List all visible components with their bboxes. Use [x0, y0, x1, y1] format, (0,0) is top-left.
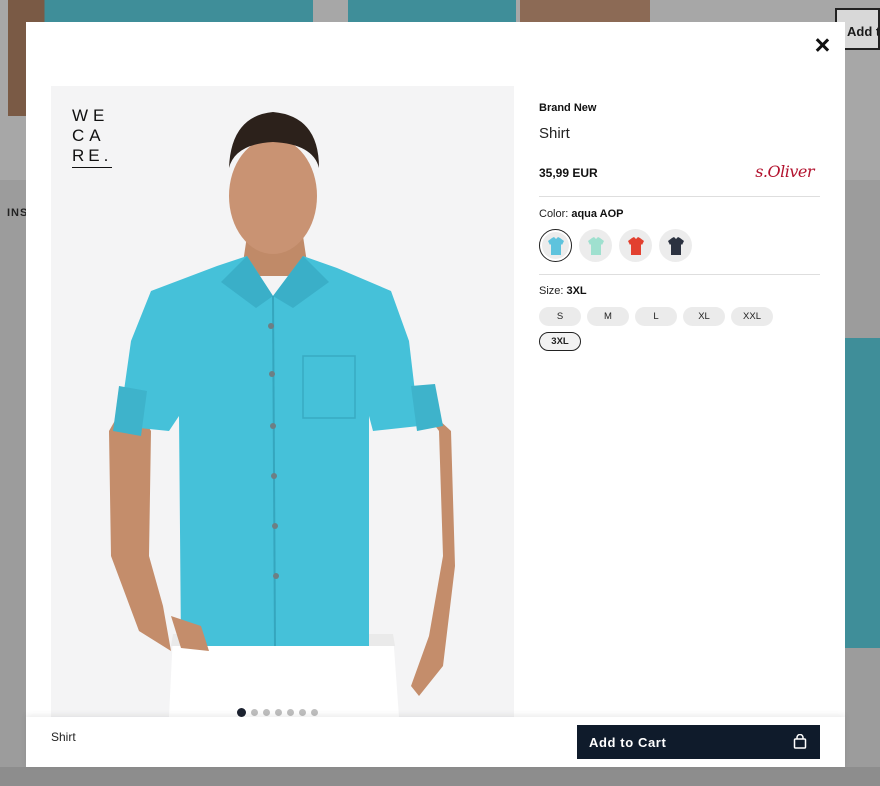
image-carousel-dots	[237, 708, 318, 717]
price-row: 35,99 EUR s.Oliver	[539, 162, 820, 184]
background-bottom-strip	[0, 767, 880, 786]
color-swatch-red[interactable]	[619, 229, 652, 262]
badge-line: CA	[72, 126, 106, 145]
size-option-m[interactable]: M	[587, 307, 629, 326]
color-swatch-navy[interactable]	[659, 229, 692, 262]
close-icon[interactable]	[813, 36, 831, 54]
selected-color-value: aqua AOP	[571, 208, 624, 220]
carousel-dot[interactable]	[237, 708, 246, 717]
product-image[interactable]: WE CA RE.	[51, 86, 514, 717]
we-care-badge: WE CA RE.	[72, 106, 113, 168]
modal-footer: Shirt Add to Cart	[26, 717, 845, 767]
product-name: Shirt	[539, 125, 570, 142]
size-option-xl[interactable]: XL	[683, 307, 725, 326]
footer-product-name: Shirt	[51, 730, 76, 744]
carousel-dot[interactable]	[299, 709, 306, 716]
size-label: Size:	[539, 285, 564, 297]
background-product-image	[845, 338, 880, 648]
color-swatch-mint[interactable]	[579, 229, 612, 262]
divider	[539, 196, 820, 197]
divider	[539, 274, 820, 275]
shirt-icon	[547, 236, 564, 255]
color-swatch-aqua[interactable]	[539, 229, 572, 262]
bag-icon	[793, 734, 807, 749]
size-option-s[interactable]: S	[539, 307, 581, 326]
size-options: S M L XL XXL 3XL	[539, 307, 799, 351]
background-product-image	[348, 0, 516, 22]
add-to-cart-button[interactable]: Add to Cart	[577, 725, 820, 759]
carousel-dot[interactable]	[287, 709, 294, 716]
size-option-l[interactable]: L	[635, 307, 677, 326]
background-product-image	[520, 0, 650, 22]
badge-line: RE.	[72, 146, 113, 168]
shirt-icon	[667, 236, 684, 255]
size-option-3xl[interactable]: 3XL	[539, 332, 581, 351]
color-selector-label: Color: aqua AOP	[539, 208, 820, 220]
badge-line: WE	[72, 106, 110, 125]
shirt-icon	[627, 236, 644, 255]
brand-logo[interactable]: s.Oliver	[755, 162, 814, 181]
product-info-panel: Brand New Shirt 35,99 EUR s.Oliver Color…	[539, 102, 820, 351]
product-photo	[109, 112, 455, 717]
product-price: 35,99 EUR	[539, 166, 598, 180]
carousel-dot[interactable]	[251, 709, 258, 716]
color-swatches	[539, 229, 820, 262]
selected-size-value: 3XL	[566, 285, 587, 297]
carousel-dot[interactable]	[311, 709, 318, 716]
carousel-dot[interactable]	[275, 709, 282, 716]
brand-new-label: Brand New	[539, 102, 597, 114]
carousel-dot[interactable]	[263, 709, 270, 716]
add-to-cart-label: Add to Cart	[589, 735, 667, 750]
shirt-icon	[587, 236, 604, 255]
size-option-xxl[interactable]: XXL	[731, 307, 773, 326]
quick-view-modal: WE CA RE. Brand New Shirt 35,99 EUR s.Ol…	[26, 22, 845, 767]
size-selector-label: Size: 3XL	[539, 285, 820, 297]
color-label: Color:	[539, 208, 569, 220]
